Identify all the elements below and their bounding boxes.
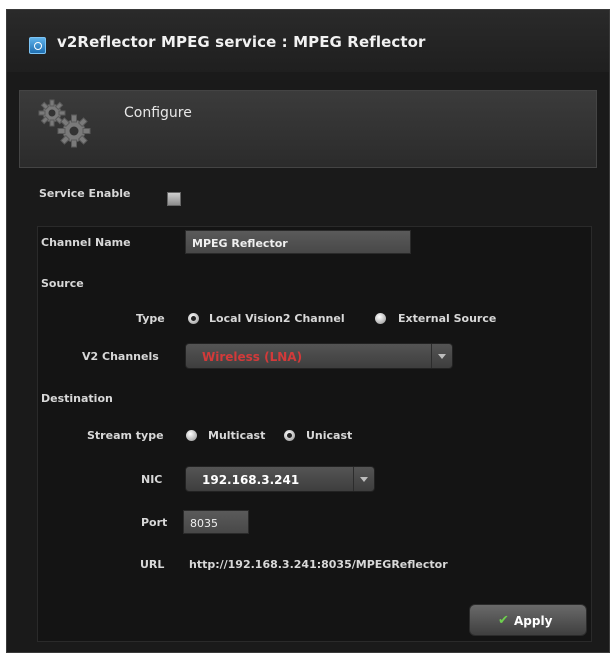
- channel-name-field[interactable]: MPEG Reflector: [185, 230, 411, 254]
- stream-unicast-label: Unicast: [306, 429, 353, 442]
- gears-icon: [38, 99, 91, 148]
- app-icon: [29, 37, 46, 54]
- nic-label: NIC: [141, 473, 163, 486]
- url-value: http://192.168.3.241:8035/MPEGReflector: [189, 558, 448, 571]
- type-external-radio[interactable]: [375, 313, 386, 324]
- stream-type-label: Stream type: [87, 429, 164, 442]
- v2-channels-select[interactable]: Wireless (LNA): [185, 343, 453, 369]
- port-field[interactable]: 8035: [183, 510, 249, 534]
- chevron-down-icon: [353, 467, 374, 491]
- v2-channels-value: Wireless (LNA): [202, 350, 303, 364]
- service-window: v2Reflector MPEG service : MPEG Reflecto…: [6, 9, 610, 653]
- stream-multicast-label: Multicast: [208, 429, 266, 442]
- apply-label: Apply: [514, 614, 553, 628]
- port-label: Port: [141, 516, 168, 529]
- window-title: v2Reflector MPEG service : MPEG Reflecto…: [57, 33, 426, 51]
- title-bar: v2Reflector MPEG service : MPEG Reflecto…: [7, 10, 609, 72]
- apply-button[interactable]: ✔ Apply: [469, 604, 587, 636]
- destination-heading: Destination: [41, 392, 113, 405]
- type-label: Type: [136, 312, 165, 325]
- source-heading: Source: [41, 277, 84, 290]
- type-local-label: Local Vision2 Channel: [209, 312, 345, 325]
- stream-unicast-radio[interactable]: [284, 430, 295, 441]
- stream-multicast-radio[interactable]: [186, 430, 197, 441]
- nic-select[interactable]: 192.168.3.241: [185, 466, 375, 492]
- type-external-label: External Source: [398, 312, 497, 325]
- url-label: URL: [140, 558, 165, 571]
- configure-banner: Configure: [19, 90, 597, 168]
- chevron-down-icon: [431, 344, 452, 368]
- configure-label: Configure: [124, 105, 192, 121]
- channel-name-label: Channel Name: [41, 236, 131, 249]
- service-enable-label: Service Enable: [39, 187, 131, 200]
- v2-channels-label: V2 Channels: [82, 350, 159, 363]
- nic-value: 192.168.3.241: [202, 473, 300, 487]
- type-local-radio[interactable]: [188, 313, 199, 324]
- service-enable-checkbox[interactable]: [167, 192, 181, 206]
- check-icon: ✔: [498, 613, 509, 628]
